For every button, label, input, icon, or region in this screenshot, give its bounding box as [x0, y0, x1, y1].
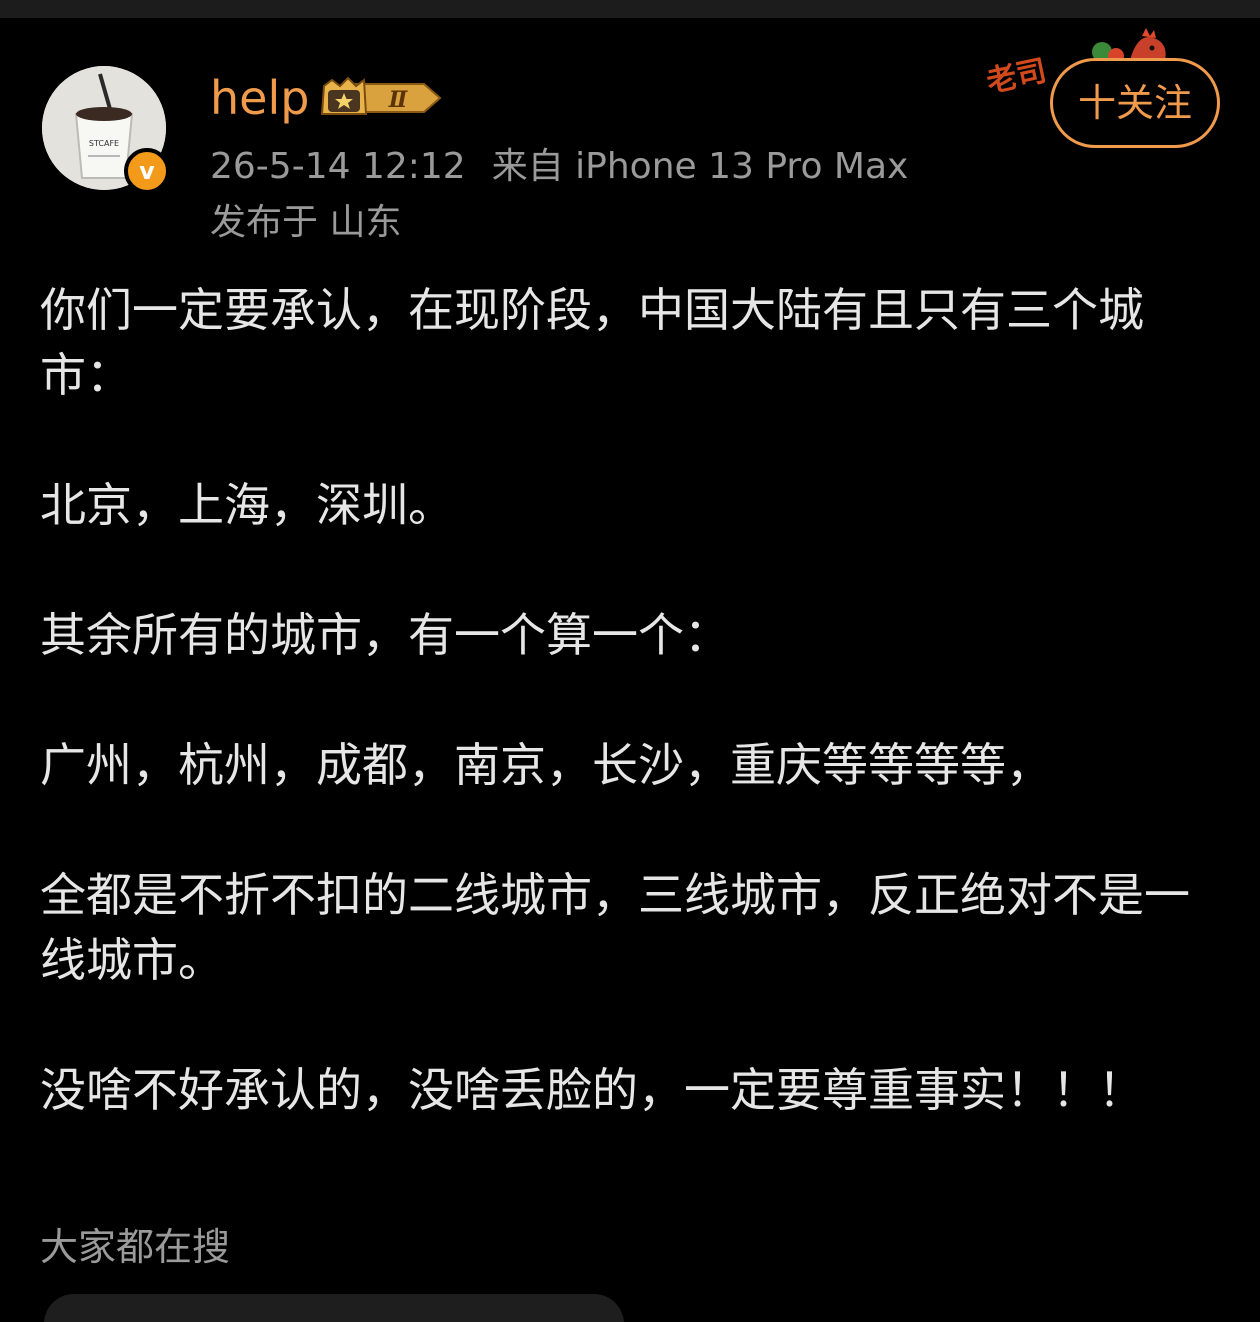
post-paragraph: 其余所有的城市，有一个算一个：	[40, 608, 730, 662]
avatar-cup-text: STCAFE	[89, 139, 119, 148]
post-source: 来自 iPhone 13 Pro Max	[491, 146, 909, 187]
follow-button[interactable]: 十关注	[1050, 58, 1220, 148]
post-paragraph: 没啥不好承认的，没啥丢脸的，一定要尊重事实！！！	[40, 1063, 1144, 1117]
post-paragraph: 广州，杭州，成都，南京，长沙，重庆等等等等，	[40, 738, 1052, 792]
level-badge-text: Ⅱ	[388, 87, 409, 113]
post-paragraph: 你们一定要承认，在现阶段，中国大陆有且只有三个城市：	[40, 283, 1144, 402]
verified-icon: v	[124, 148, 170, 194]
post-paragraph: 全都是不折不扣的二线城市，三线城市，反正绝对不是一线城市。	[40, 868, 1190, 987]
post-location: 发布于 山东	[210, 202, 402, 243]
post-timestamp: 26-5-14 12:12	[210, 146, 466, 187]
top-bar-strip	[0, 0, 1260, 18]
trending-search-chip[interactable]	[44, 1294, 624, 1322]
author-name[interactable]: help	[210, 68, 309, 128]
post-meta: 26-5-14 12:12 来自 iPhone 13 Pro Max	[210, 144, 908, 190]
crown-level-icon[interactable]: Ⅱ	[320, 74, 446, 122]
post-paragraph: 北京，上海，深圳。	[40, 478, 454, 532]
trending-search-label: 大家都在搜	[40, 1225, 231, 1269]
post-body: 你们一定要承认，在现阶段，中国大陆有且只有三个城市： 北京，上海，深圳。 其余所…	[40, 278, 1220, 1123]
sticker-label: 老司	[983, 53, 1050, 101]
